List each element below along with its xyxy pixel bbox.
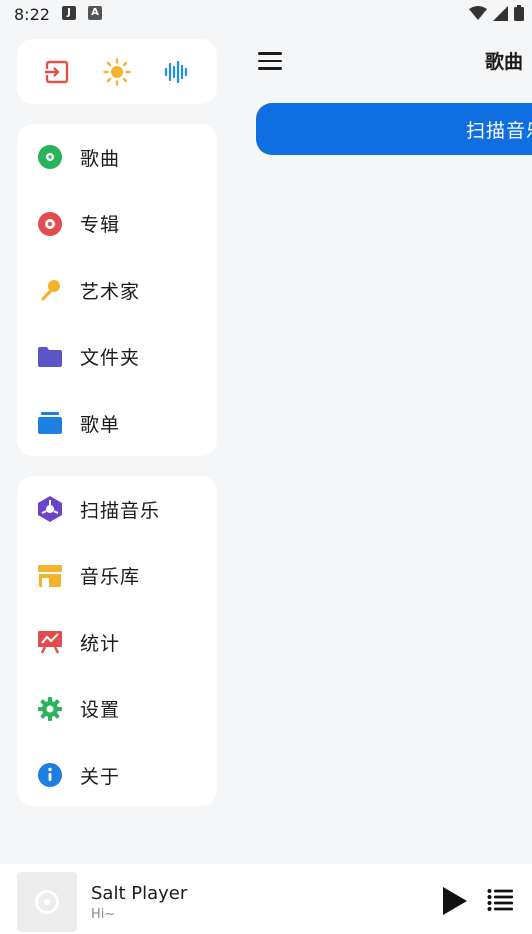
- queue-list-icon[interactable]: [487, 888, 513, 912]
- battery-icon: [514, 5, 524, 21]
- library-icon: [37, 563, 63, 589]
- folder-icon: [37, 344, 63, 370]
- nav-item-songs[interactable]: 歌曲: [17, 124, 217, 191]
- info-icon: [37, 762, 63, 788]
- nav-label: 歌曲: [80, 147, 121, 170]
- nav-item-scan-music[interactable]: 扫描音乐: [17, 476, 217, 543]
- notification-icon: A: [88, 6, 102, 20]
- nav-item-library[interactable]: 音乐库: [17, 543, 217, 610]
- status-time: 8:22: [14, 5, 50, 24]
- nav-label: 文件夹: [80, 347, 141, 370]
- notification-icon: J: [62, 6, 76, 20]
- secondary-nav: 扫描音乐 音乐库 统计 设置 关于: [17, 476, 217, 806]
- scan-music-button-label: 扫描音乐: [466, 119, 532, 142]
- wifi-icon: [469, 5, 487, 20]
- play-icon[interactable]: [440, 886, 468, 916]
- scan-music-button[interactable]: 扫描音乐: [256, 103, 532, 155]
- menu-icon[interactable]: [258, 52, 282, 72]
- nav-item-artists[interactable]: 艺术家: [17, 257, 217, 324]
- signal-icon: [493, 5, 508, 21]
- primary-nav: 歌曲 专辑 艺术家 文件夹 歌单: [17, 124, 217, 456]
- gear-icon: [37, 696, 63, 722]
- nav-label: 专辑: [80, 214, 121, 237]
- track-title: Salt Player: [91, 883, 188, 904]
- track-subtitle: Hi~: [91, 907, 116, 922]
- nav-item-folders[interactable]: 文件夹: [17, 324, 217, 391]
- album-cover[interactable]: [17, 872, 77, 932]
- mini-player[interactable]: Salt Player Hi~: [0, 864, 532, 934]
- sun-icon: [103, 57, 131, 86]
- theme-toggle-button[interactable]: [97, 52, 137, 92]
- nav-label: 扫描音乐: [80, 499, 161, 522]
- nav-label: 歌单: [80, 413, 121, 436]
- main-header: 歌曲: [240, 40, 532, 84]
- exit-button[interactable]: [37, 52, 77, 92]
- page-title: 歌曲: [484, 51, 523, 73]
- nav-label: 统计: [80, 632, 121, 655]
- audio-waveform-icon: [164, 60, 188, 83]
- album-icon: [37, 211, 63, 237]
- quick-actions-card: [17, 39, 217, 104]
- nav-item-settings[interactable]: 设置: [17, 676, 217, 743]
- nav-label: 音乐库: [80, 566, 141, 589]
- song-icon: [37, 144, 63, 170]
- logout-icon: [44, 60, 69, 83]
- audio-visualizer-button[interactable]: [157, 52, 197, 92]
- status-icons: [469, 5, 524, 21]
- nav-label: 设置: [80, 699, 121, 722]
- microphone-icon: [37, 277, 63, 303]
- nav-item-about[interactable]: 关于: [17, 742, 217, 809]
- scan-icon: [37, 496, 63, 523]
- disc-icon: [35, 890, 59, 914]
- nav-label: 艺术家: [80, 280, 141, 303]
- status-bar: 8:22 J A: [0, 0, 532, 28]
- chart-icon: [37, 629, 63, 655]
- nav-label: 关于: [80, 765, 121, 788]
- nav-item-albums[interactable]: 专辑: [17, 191, 217, 258]
- nav-item-playlists[interactable]: 歌单: [17, 390, 217, 457]
- nav-item-statistics[interactable]: 统计: [17, 609, 217, 676]
- playlist-icon: [37, 410, 63, 436]
